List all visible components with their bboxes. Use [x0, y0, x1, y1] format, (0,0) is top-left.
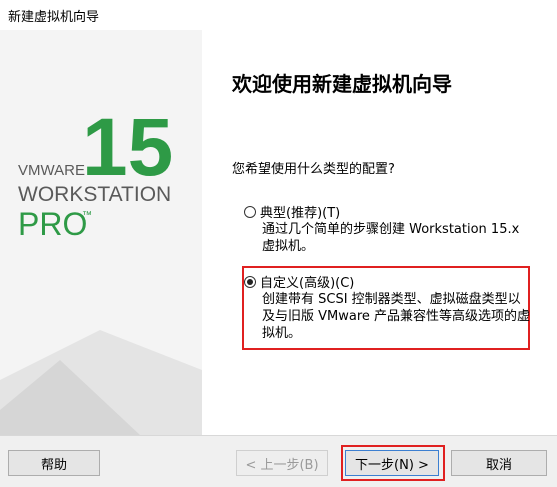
- brand-panel: 15 VMWARE WORKSTATION PRO ™: [0, 30, 202, 435]
- typical-label[interactable]: 典型(推荐)(T): [260, 202, 340, 221]
- config-question: 您希望使用什么类型的配置?: [232, 162, 395, 177]
- custom-label[interactable]: 自定义(高级)(C): [260, 272, 354, 291]
- cancel-button[interactable]: 取消: [451, 450, 547, 476]
- product-name: WORKSTATION: [18, 183, 171, 206]
- option-custom[interactable]: 自定义(高级)(C) 创建带有 SCSI 控制器类型、虚拟磁盘类型以及与旧版 V…: [244, 272, 532, 342]
- wizard-content: 欢迎使用新建虚拟机向导 您希望使用什么类型的配置? 典型(推荐)(T) 通过几个…: [202, 30, 557, 435]
- typical-description: 通过几个简单的步骤创建 Workstation 15.x 虚拟机。: [262, 222, 520, 254]
- button-bar: 帮助 < 上一步(B) 下一步(N) > 取消: [0, 435, 557, 487]
- next-button[interactable]: 下一步(N) >: [345, 450, 439, 476]
- edition-name: PRO: [18, 206, 87, 242]
- option-typical[interactable]: 典型(推荐)(T) 通过几个简单的步骤创建 Workstation 15.x 虚…: [244, 202, 532, 255]
- page-heading: 欢迎使用新建虚拟机向导: [232, 72, 452, 96]
- typical-radio[interactable]: [244, 205, 256, 218]
- custom-description: 创建带有 SCSI 控制器类型、虚拟磁盘类型以及与旧版 VMware 产品兼容性…: [262, 292, 531, 341]
- help-button[interactable]: 帮助: [8, 450, 100, 476]
- custom-radio[interactable]: [244, 275, 256, 288]
- window-title: 新建虚拟机向导: [8, 10, 100, 25]
- vendor-name: VMWARE: [18, 162, 85, 179]
- version-number: 15: [82, 102, 173, 193]
- trademark-symbol: ™: [82, 210, 92, 221]
- title-bar: 新建虚拟机向导: [0, 0, 557, 30]
- back-button[interactable]: < 上一步(B): [236, 450, 328, 476]
- brand-graphic: 15 VMWARE WORKSTATION PRO ™: [0, 102, 202, 435]
